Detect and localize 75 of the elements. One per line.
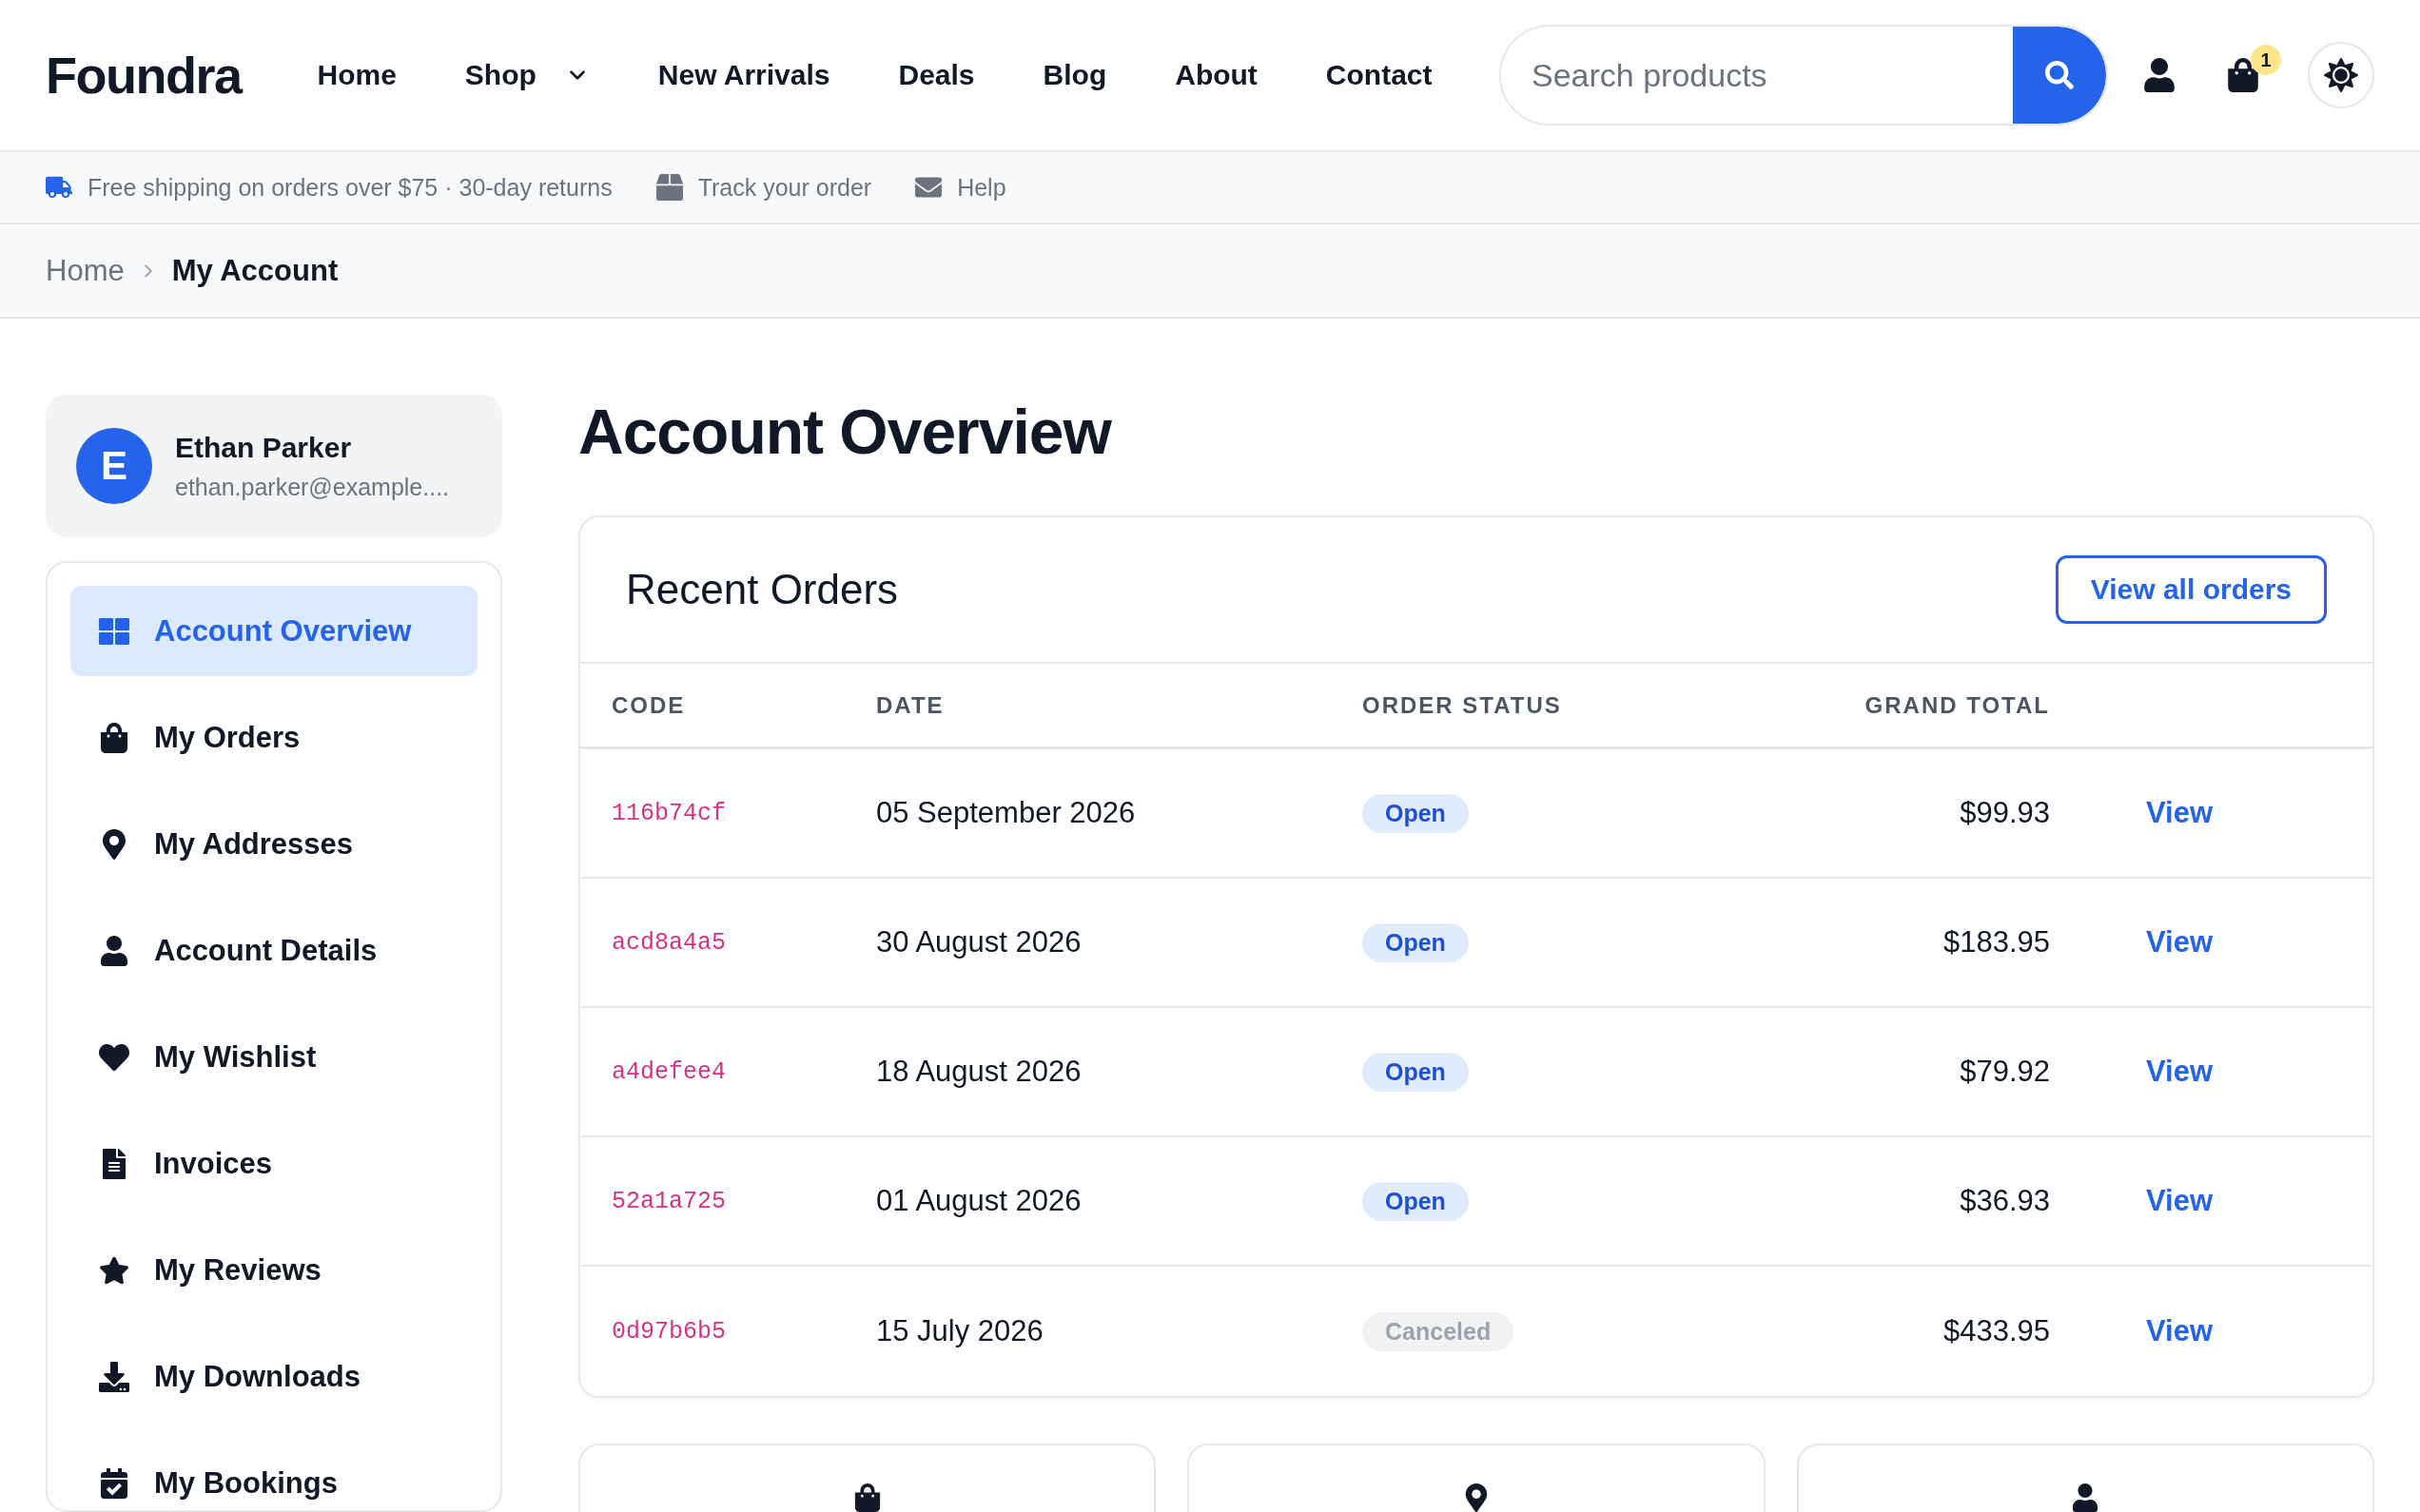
status-badge: Open — [1362, 922, 1469, 962]
nav-link[interactable]: New Arrivals — [657, 59, 830, 91]
sidebar-item[interactable]: My Bookings — [70, 1438, 478, 1512]
profile-name: Ethan Parker — [175, 431, 353, 464]
order-date: 30 August 2026 — [876, 925, 1082, 960]
sidebar-item[interactable]: Invoices — [70, 1118, 478, 1209]
order-date: 01 August 2026 — [876, 1184, 1082, 1219]
card-title: Recent Orders — [626, 566, 899, 614]
nav-link[interactable]: Shop — [464, 59, 590, 91]
user-icon — [99, 935, 129, 966]
info-text: Free shipping on orders over $75 · 30-day returns — [88, 173, 613, 202]
sidebar-item[interactable]: My Addresses — [70, 799, 478, 889]
view-all-button[interactable]: View all orders — [2055, 555, 2327, 625]
sidebar-item[interactable]: Account Overview — [70, 586, 478, 676]
bag-icon — [852, 1483, 882, 1512]
sidebar-item[interactable]: My Reviews — [70, 1225, 478, 1315]
page-title: Account Overview — [578, 396, 1113, 469]
view-link[interactable]: View — [2146, 796, 2214, 831]
box-icon — [655, 174, 683, 201]
heart-icon — [99, 1041, 129, 1073]
order-total: $99.93 — [1960, 796, 2050, 831]
cart-count-badge: 1 — [2251, 45, 2281, 75]
user-icon — [2071, 1483, 2100, 1512]
column-header: ORDER STATUS — [1362, 691, 1563, 719]
star-icon — [99, 1254, 129, 1286]
order-date: 18 August 2026 — [876, 1055, 1082, 1090]
view-link[interactable]: View — [2146, 1184, 2214, 1219]
sidebar-item[interactable]: My Wishlist — [70, 1012, 478, 1102]
breadcrumb-link[interactable]: Home — [46, 253, 125, 288]
status-badge: Open — [1362, 1181, 1469, 1221]
view-link[interactable]: View — [2146, 925, 2214, 960]
info-text[interactable]: Track your order — [697, 173, 872, 202]
order-total: $183.95 — [1942, 925, 2050, 960]
nav-link[interactable]: Contact — [1325, 59, 1433, 91]
breadcrumb-link[interactable]: My Account — [171, 253, 339, 288]
order-date: 05 September 2026 — [876, 796, 1136, 831]
order-total: $36.93 — [1960, 1184, 2050, 1219]
search-button[interactable] — [2013, 27, 2106, 124]
nav-link[interactable]: Deals — [898, 59, 975, 91]
download-icon — [99, 1361, 129, 1392]
profile-email: ethan.parker@example.... — [175, 473, 450, 501]
order-date: 15 July 2026 — [876, 1314, 1044, 1349]
order-code: 116b74cf — [612, 799, 727, 827]
avatar: E — [76, 428, 152, 504]
status-badge: Open — [1362, 1052, 1469, 1092]
sidebar-item[interactable]: My Downloads — [70, 1331, 478, 1422]
user-icon[interactable] — [2142, 58, 2176, 92]
status-badge: Canceled — [1362, 1311, 1514, 1351]
order-code: 0d97b6b5 — [612, 1317, 727, 1346]
search-icon — [2045, 61, 2074, 89]
nav-link[interactable]: About — [1175, 59, 1258, 91]
search-field[interactable]: Search products — [1499, 25, 2108, 126]
truck-icon — [46, 174, 72, 201]
sidebar-item[interactable]: My Orders — [70, 692, 478, 783]
nav-link[interactable]: Blog — [1043, 59, 1107, 91]
bag-icon — [99, 722, 129, 753]
order-code: 52a1a725 — [612, 1187, 727, 1215]
calendar-icon — [99, 1467, 129, 1499]
column-header: DATE — [876, 691, 946, 719]
column-header: GRAND TOTAL — [1864, 691, 2050, 719]
sun-icon — [2324, 58, 2358, 92]
order-code: a4defee4 — [612, 1057, 727, 1086]
view-link[interactable]: View — [2146, 1055, 2214, 1090]
status-badge: Open — [1362, 793, 1469, 833]
logo[interactable]: Foundra — [46, 46, 242, 105]
cart-icon[interactable] — [2226, 58, 2260, 92]
order-total: $433.95 — [1942, 1314, 2050, 1349]
view-link[interactable]: View — [2146, 1314, 2214, 1349]
grid-icon — [99, 615, 129, 647]
nav-link[interactable]: Home — [317, 59, 397, 91]
info-text[interactable]: Help — [957, 173, 1006, 202]
sidebar-item[interactable]: Account Details — [70, 905, 478, 996]
order-code: acd8a4a5 — [612, 928, 727, 957]
column-header: CODE — [612, 691, 687, 719]
order-total: $79.92 — [1960, 1055, 2050, 1090]
